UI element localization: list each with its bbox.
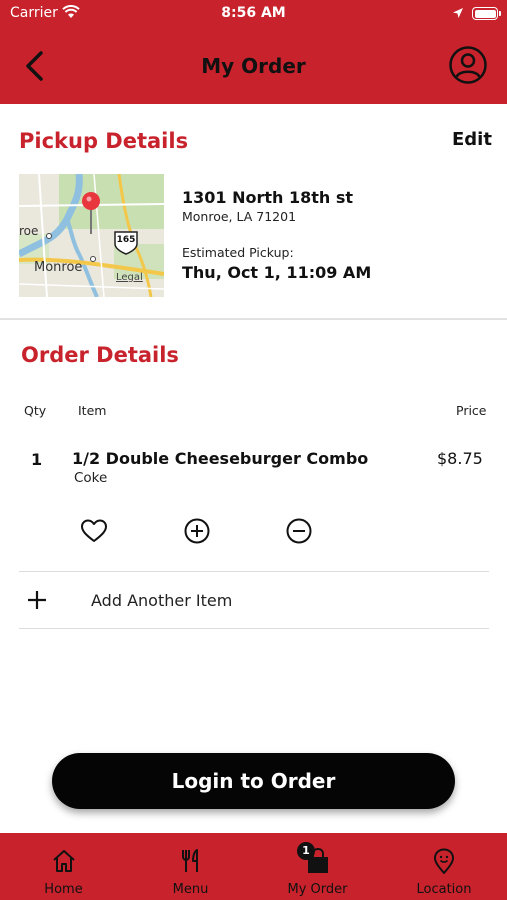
edit-pickup-button[interactable]: Edit <box>452 129 492 150</box>
plus-icon <box>28 591 46 609</box>
add-another-item-button[interactable]: Add Another Item <box>19 572 489 629</box>
status-time: 8:56 AM <box>221 5 286 21</box>
favorite-heart-icon[interactable] <box>80 517 108 545</box>
location-arrow-icon <box>453 8 463 18</box>
decrease-quantity-icon[interactable] <box>285 517 313 545</box>
page-title: My Order <box>201 54 306 78</box>
increase-quantity-icon[interactable] <box>183 517 211 545</box>
home-icon <box>52 850 75 872</box>
pickup-details-title: Pickup Details <box>19 129 189 153</box>
section-divider <box>0 318 507 320</box>
status-bar: Carrier 8:56 AM <box>0 0 507 30</box>
item-name: 1/2 Double Cheeseburger Combo <box>72 449 369 468</box>
item-column-header: Item <box>78 403 107 418</box>
nav-bar: My Order <box>0 30 507 104</box>
estimated-pickup-time: Thu, Oct 1, 11:09 AM <box>182 263 372 282</box>
add-item-divider <box>19 628 489 629</box>
tab-menu[interactable]: Menu <box>127 833 254 900</box>
tab-menu-label: Menu <box>172 882 209 897</box>
item-price: $8.75 <box>437 449 483 468</box>
estimated-pickup-label: Estimated Pickup: <box>182 245 294 260</box>
tab-home[interactable]: Home <box>0 833 127 900</box>
tab-location-label: Location <box>416 882 472 897</box>
map-shield-number: 165 <box>116 235 136 245</box>
map-partial-label: roe <box>19 224 39 238</box>
price-column-header: Price <box>456 403 487 418</box>
fork-knife-icon <box>181 849 198 872</box>
tab-location[interactable]: Location <box>381 833 507 900</box>
map-city-label: Monroe <box>34 260 83 275</box>
login-to-order-button[interactable]: Login to Order <box>52 753 455 809</box>
battery-icon <box>472 7 498 20</box>
order-details-title: Order Details <box>21 343 179 367</box>
tab-my-order-label: My Order <box>287 882 348 897</box>
tab-bar: Home Menu 1 My Order Location <box>0 833 507 900</box>
location-pin-icon <box>434 848 454 874</box>
address-line-1: 1301 North 18th st <box>182 188 354 207</box>
tab-home-label: Home <box>44 882 83 897</box>
battery-tip <box>499 11 501 16</box>
order-count-badge: 1 <box>297 842 315 860</box>
item-qty: 1 <box>31 450 43 469</box>
profile-icon[interactable] <box>448 45 488 85</box>
pickup-map[interactable]: 165 roe Monroe Legal <box>19 174 164 297</box>
address-line-2: Monroe, LA 71201 <box>182 209 297 224</box>
add-another-item-label: Add Another Item <box>91 591 233 610</box>
qty-column-header: Qty <box>24 403 47 418</box>
item-modifier: Coke <box>74 470 108 486</box>
tab-my-order[interactable]: 1 My Order <box>254 833 381 900</box>
map-legal-link[interactable]: Legal <box>116 272 143 283</box>
